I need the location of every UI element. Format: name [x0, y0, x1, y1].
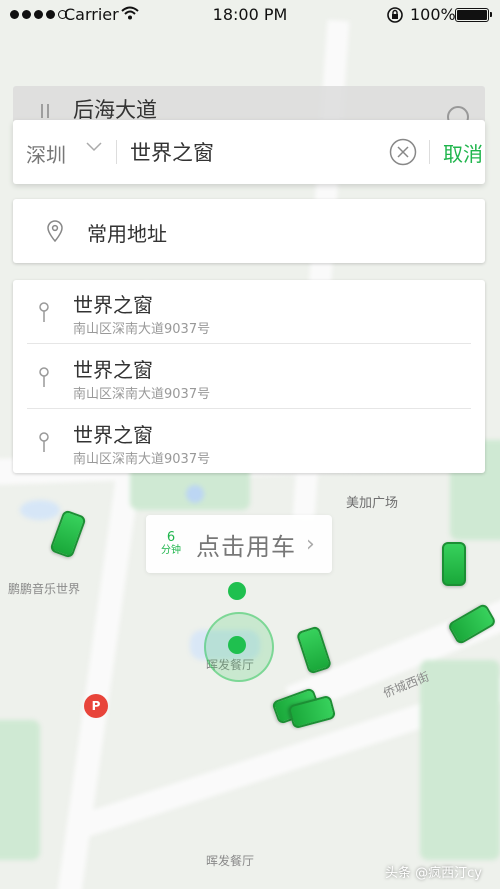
- location-pin-icon: [47, 220, 63, 242]
- common-address-row[interactable]: 常用地址: [13, 199, 485, 263]
- pickup-pin-icon: [228, 582, 246, 600]
- map-label-restaurant-2: 晖发餐厅: [206, 854, 255, 868]
- eta-unit: 分钟: [161, 545, 181, 556]
- result-name: 世界之窗: [73, 358, 153, 382]
- result-item[interactable]: 世界之窗 南山区深南大道9037号: [13, 280, 485, 344]
- result-address: 南山区深南大道9037号: [73, 322, 211, 337]
- city-selector[interactable]: 深圳: [26, 139, 66, 168]
- map-pin-icon: [39, 367, 49, 387]
- battery-percent: 100%: [410, 5, 456, 24]
- result-address: 南山区深南大道9037号: [73, 387, 211, 402]
- divider: [27, 408, 471, 409]
- orientation-lock-icon: [387, 7, 403, 23]
- search-bar: 深圳 取消: [13, 120, 485, 184]
- map-label-music-world: 鹏鹏音乐世界: [8, 582, 81, 596]
- route-icon: [41, 104, 49, 118]
- result-item[interactable]: 世界之窗 南山区深南大道9037号: [13, 345, 485, 409]
- call-car-button[interactable]: 6 分钟 点击用车 ›: [146, 515, 332, 573]
- common-address-label: 常用地址: [87, 222, 167, 246]
- search-input[interactable]: [116, 132, 380, 172]
- call-car-label: 点击用车: [196, 532, 296, 561]
- map-pin-icon: [39, 432, 49, 452]
- result-name: 世界之窗: [73, 293, 153, 317]
- battery-icon: [455, 8, 492, 22]
- divider: [429, 140, 430, 164]
- car-icon: [442, 542, 466, 586]
- watermark: 头条 @疯西汀cy: [385, 866, 482, 881]
- divider: [27, 343, 471, 344]
- search-results-list: 世界之窗 南山区深南大道9037号 世界之窗 南山区深南大道9037号 世界之窗…: [13, 280, 485, 473]
- result-name: 世界之窗: [73, 423, 153, 447]
- result-address: 南山区深南大道9037号: [73, 452, 211, 467]
- parking-marker-icon[interactable]: P: [84, 694, 108, 718]
- map-label-meijia: 美加广场: [346, 496, 399, 511]
- result-item[interactable]: 世界之窗 南山区深南大道9037号: [13, 410, 485, 474]
- chevron-right-icon: ›: [306, 531, 315, 557]
- clear-icon[interactable]: [389, 138, 417, 166]
- eta-badge: 6 分钟: [154, 531, 188, 557]
- chevron-down-icon[interactable]: [86, 142, 102, 152]
- map-pin-icon: [39, 302, 49, 322]
- current-location-icon: [228, 636, 246, 654]
- eta-value: 6: [166, 530, 176, 545]
- status-bar: Carrier 18:00 PM 100%: [0, 0, 500, 30]
- cancel-button[interactable]: 取消: [443, 138, 483, 167]
